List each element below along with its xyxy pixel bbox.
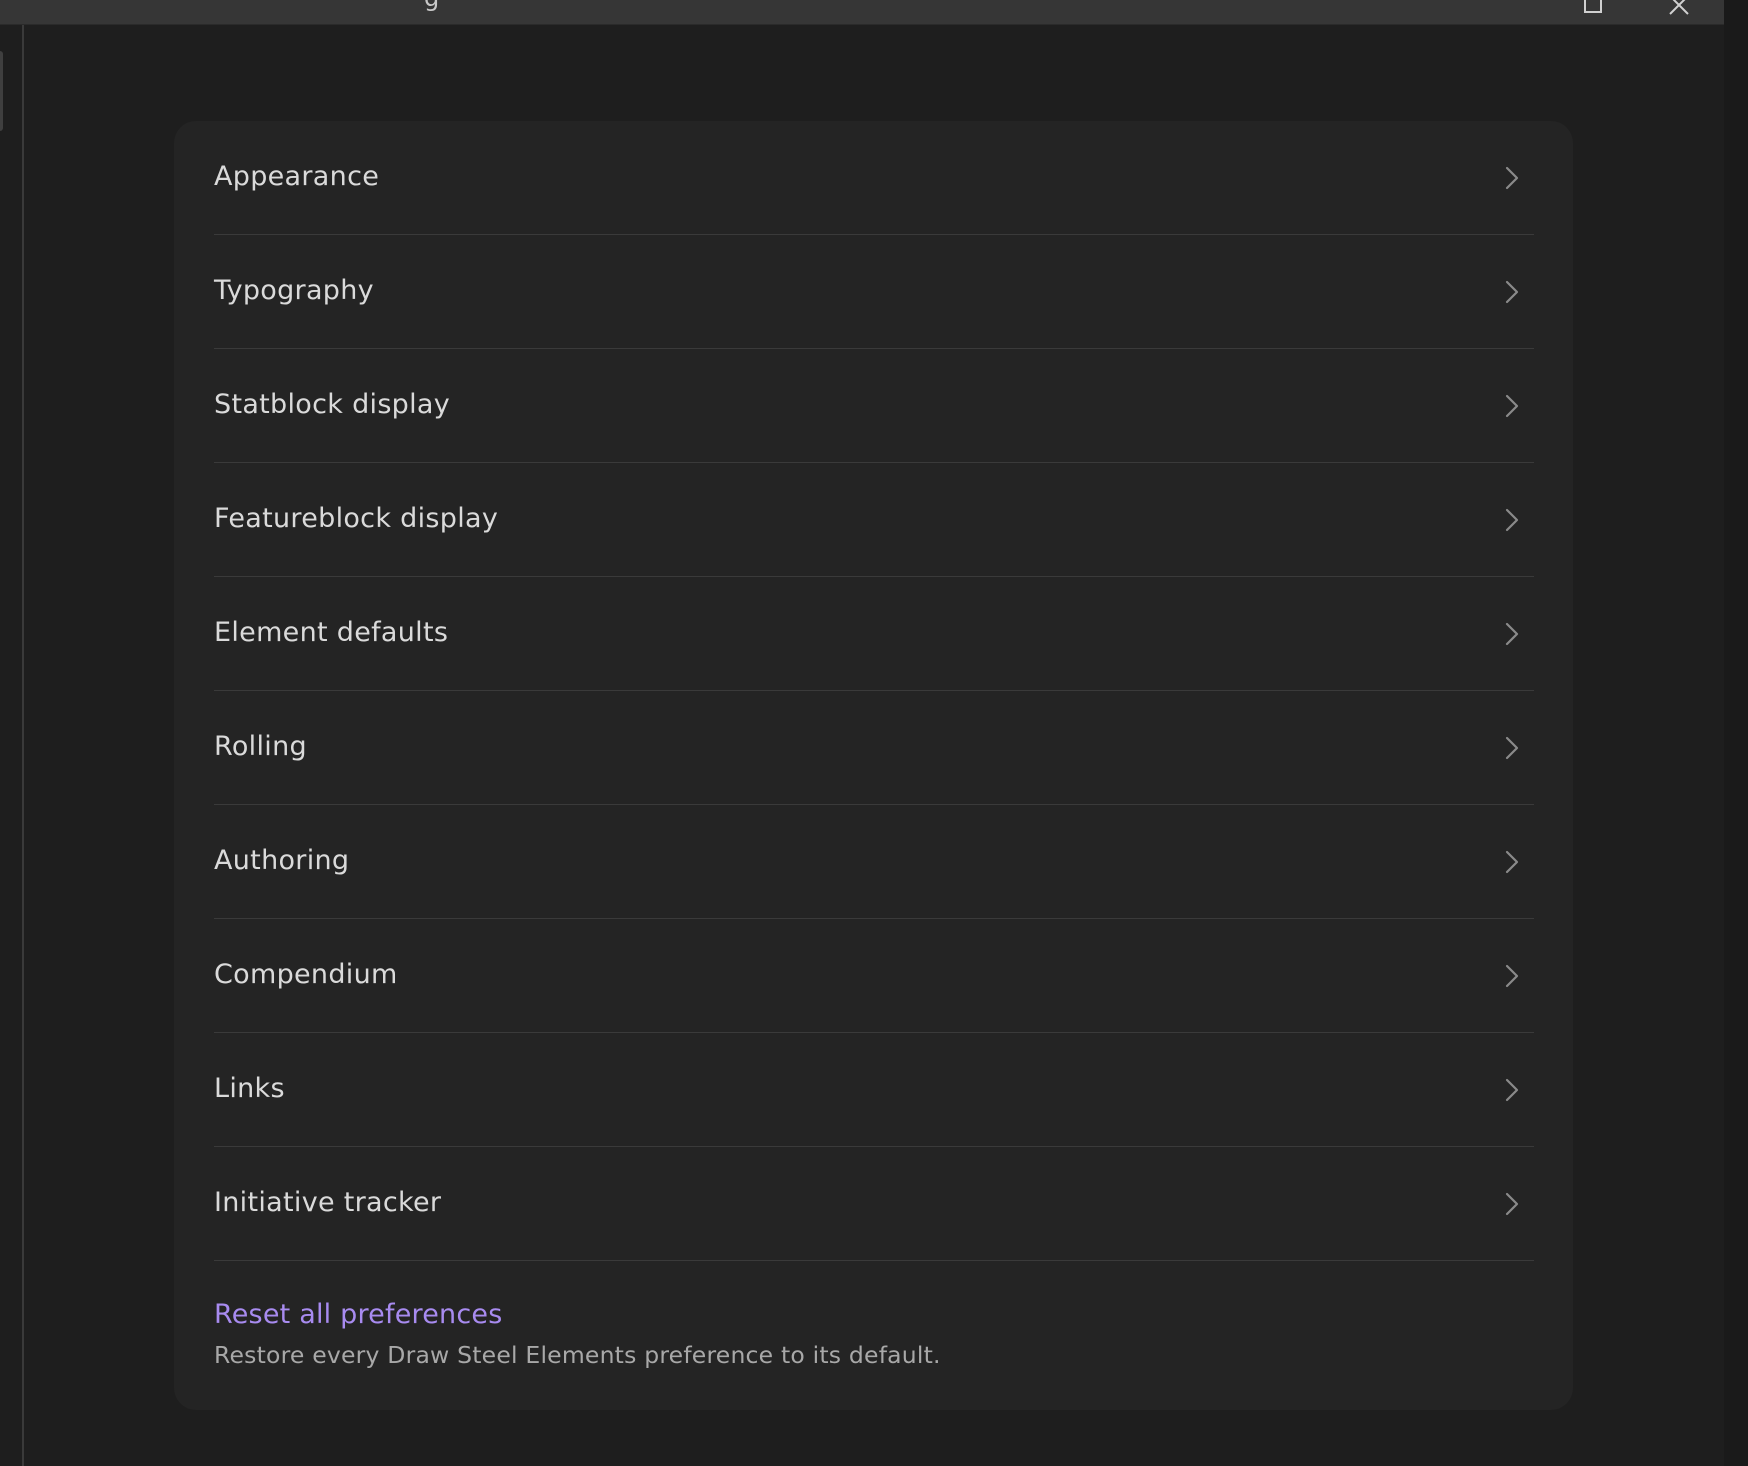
chevron-right-icon bbox=[1505, 166, 1519, 190]
menu-item-label: Statblock display bbox=[214, 389, 451, 420]
menu-item-statblock-display[interactable]: Statblock display bbox=[214, 349, 1534, 463]
settings-card: Appearance Typography Statblock display … bbox=[174, 121, 1573, 1410]
menu-item-label: Appearance bbox=[214, 161, 380, 192]
menu-item-authoring[interactable]: Authoring bbox=[214, 805, 1534, 919]
menu-item-label: Compendium bbox=[214, 959, 398, 990]
menu-item-label: Featureblock display bbox=[214, 503, 499, 534]
reset-all-preferences-link[interactable]: Reset all preferences bbox=[214, 1298, 1534, 1332]
menu-item-label: Initiative tracker bbox=[214, 1187, 442, 1218]
window-right-edge bbox=[1724, 0, 1748, 1466]
chevron-right-icon bbox=[1505, 736, 1519, 760]
menu-item-links[interactable]: Links bbox=[214, 1033, 1534, 1147]
chevron-right-icon bbox=[1505, 280, 1519, 304]
chevron-right-icon bbox=[1505, 394, 1519, 418]
close-window-button[interactable] bbox=[1664, 0, 1694, 20]
sidebar-collapse-handle[interactable] bbox=[0, 51, 3, 131]
window-title: g bbox=[424, 0, 439, 10]
reset-preferences-description: Restore every Draw Steel Elements prefer… bbox=[214, 1341, 941, 1369]
menu-item-label: Authoring bbox=[214, 845, 350, 876]
menu-item-label: Typography bbox=[214, 275, 374, 306]
menu-item-typography[interactable]: Typography bbox=[214, 235, 1534, 349]
menu-item-featureblock-display[interactable]: Featureblock display bbox=[214, 463, 1534, 577]
window-titlebar: g bbox=[0, 0, 1724, 25]
close-icon bbox=[1669, 0, 1689, 15]
menu-item-element-defaults[interactable]: Element defaults bbox=[214, 577, 1534, 691]
maximize-icon bbox=[1584, 0, 1602, 13]
menu-item-label: Rolling bbox=[214, 731, 307, 762]
maximize-button[interactable] bbox=[1578, 0, 1608, 20]
chevron-right-icon bbox=[1505, 850, 1519, 874]
menu-item-initiative-tracker[interactable]: Initiative tracker bbox=[214, 1147, 1534, 1261]
menu-item-rolling[interactable]: Rolling bbox=[214, 691, 1534, 805]
settings-menu-list: Appearance Typography Statblock display … bbox=[214, 121, 1534, 1261]
settings-content: Appearance Typography Statblock display … bbox=[24, 25, 1724, 1466]
chevron-right-icon bbox=[1505, 508, 1519, 532]
left-sidebar-rail bbox=[0, 25, 24, 1466]
menu-item-appearance[interactable]: Appearance bbox=[214, 121, 1534, 235]
chevron-right-icon bbox=[1505, 1078, 1519, 1102]
reset-preferences-section: Reset all preferences Restore every Draw… bbox=[214, 1298, 1534, 1370]
menu-item-compendium[interactable]: Compendium bbox=[214, 919, 1534, 1033]
chevron-right-icon bbox=[1505, 1192, 1519, 1216]
chevron-right-icon bbox=[1505, 622, 1519, 646]
chevron-right-icon bbox=[1505, 964, 1519, 988]
menu-item-label: Element defaults bbox=[214, 617, 449, 648]
menu-item-label: Links bbox=[214, 1073, 285, 1104]
